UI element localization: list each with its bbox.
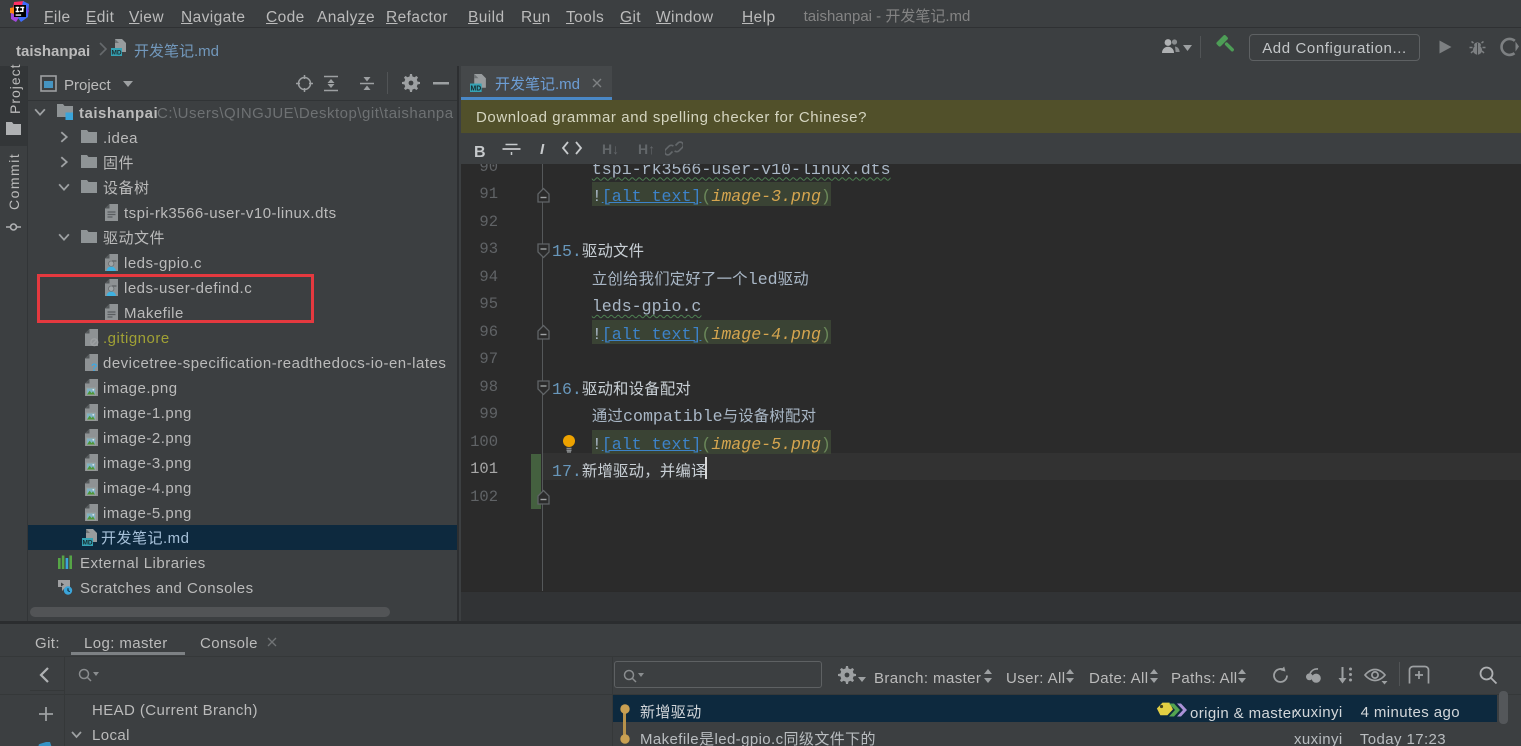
svg-text:?: ? bbox=[91, 362, 98, 372]
svg-text:MD: MD bbox=[470, 85, 481, 92]
svg-text:MD: MD bbox=[82, 540, 92, 547]
svg-text:MD: MD bbox=[111, 50, 121, 57]
